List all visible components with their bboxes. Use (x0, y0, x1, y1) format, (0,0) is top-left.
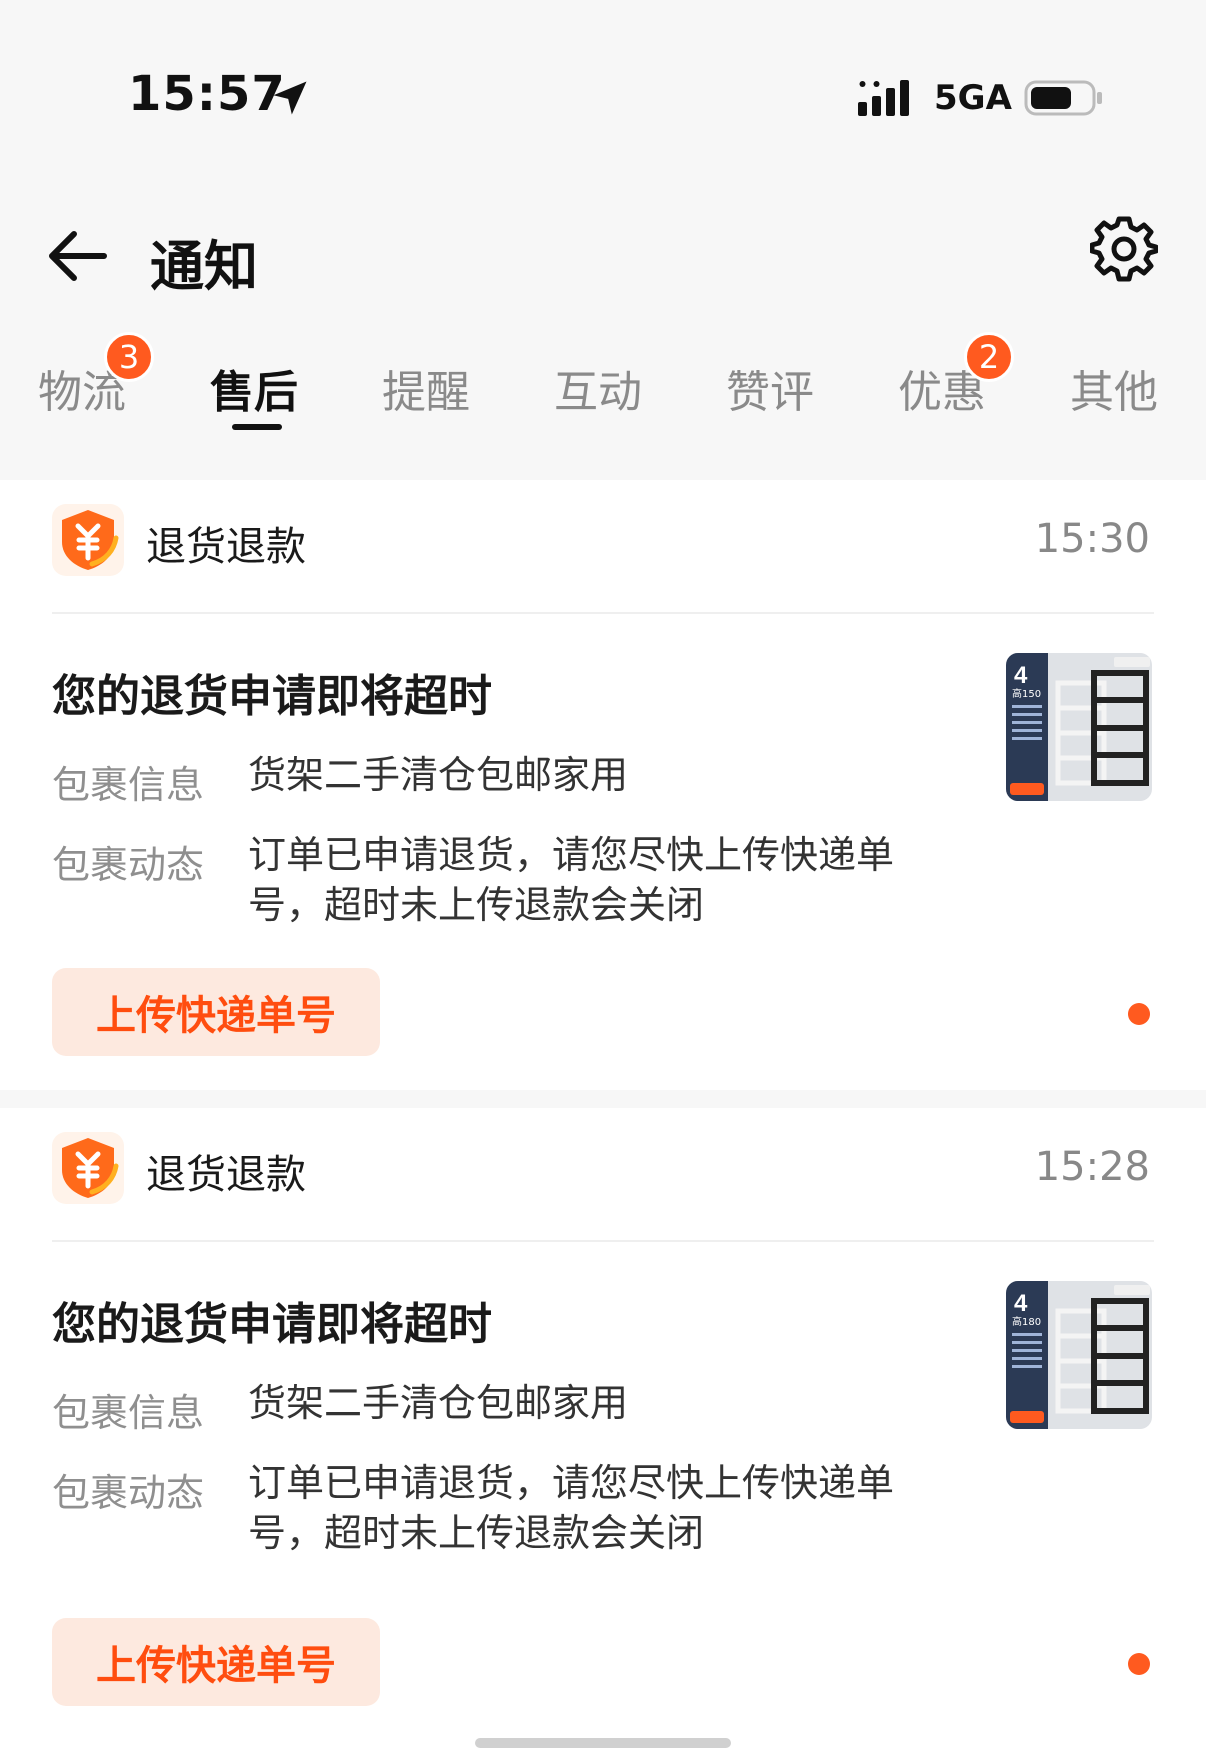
package-status-label: 包裹动态 (52, 1471, 205, 1515)
tab-after-sales[interactable]: 售后 (210, 356, 298, 420)
tab-logistics-badge: 3 (104, 332, 154, 382)
upload-tracking-number-button[interactable]: 上传快递单号 (52, 968, 380, 1056)
refund-icon (52, 504, 124, 576)
upload-tracking-number-button[interactable]: 上传快递单号 (52, 1618, 380, 1706)
tab-interactions[interactable]: 互动 (554, 356, 642, 420)
product-thumbnail[interactable]: 4 高180 (1006, 1281, 1152, 1429)
notification-time: 15:30 (1034, 516, 1150, 562)
divider (52, 1240, 1154, 1242)
package-info-value: 货架二手清仓包邮家用 (248, 753, 629, 797)
category-label: 退货退款 (146, 524, 306, 570)
signal-icon (858, 80, 909, 116)
active-tab-indicator (232, 424, 282, 430)
package-status-label: 包裹动态 (52, 843, 205, 887)
back-arrow-icon[interactable] (46, 228, 108, 284)
thumb-layer-count: 4 (1014, 1290, 1028, 1317)
notification-card[interactable]: 退货退款 15:30 您的退货申请即将超时 包裹信息 货架二手清仓包邮家用 包裹… (0, 480, 1206, 1090)
package-status-value: 订单已申请退货，请您尽快上传快递单号，超时未上传退款会关闭 (248, 833, 895, 927)
package-info-value: 货架二手清仓包邮家用 (248, 1381, 629, 1425)
notification-title: 您的退货申请即将超时 (52, 1299, 492, 1350)
home-indicator (475, 1738, 731, 1748)
notification-title: 您的退货申请即将超时 (52, 671, 492, 722)
thumb-height-label: 高180 (1012, 1315, 1041, 1328)
package-status-value: 订单已申请退货，请您尽快上传快递单号，超时未上传退款会关闭 (248, 1461, 895, 1555)
thumb-height-label: 高150 (1012, 687, 1041, 700)
tab-offers-badge: 2 (964, 332, 1014, 382)
refund-icon (52, 1132, 124, 1204)
package-info-label: 包裹信息 (52, 763, 205, 807)
thumb-layer-count: 4 (1014, 662, 1028, 689)
package-info-label: 包裹信息 (52, 1391, 205, 1435)
page-title: 通知 (150, 235, 258, 298)
status-time: 15:57 (128, 66, 286, 122)
tab-reminders[interactable]: 提醒 (382, 356, 470, 420)
category-label: 退货退款 (146, 1152, 306, 1198)
unread-dot (1128, 1003, 1150, 1025)
tab-reviews[interactable]: 赞评 (726, 356, 814, 420)
network-label: 5GA (934, 78, 1012, 118)
tab-other[interactable]: 其他 (1070, 356, 1158, 420)
location-arrow-icon (273, 81, 307, 115)
divider (52, 612, 1154, 614)
product-thumbnail[interactable]: 4 高150 (1006, 653, 1152, 801)
gear-icon[interactable] (1090, 214, 1158, 282)
notification-time: 15:28 (1034, 1144, 1150, 1190)
battery-icon (1024, 80, 1102, 116)
notification-card[interactable]: 退货退款 15:28 您的退货申请即将超时 包裹信息 货架二手清仓包邮家用 包裹… (0, 1108, 1206, 1753)
unread-dot (1128, 1653, 1150, 1675)
